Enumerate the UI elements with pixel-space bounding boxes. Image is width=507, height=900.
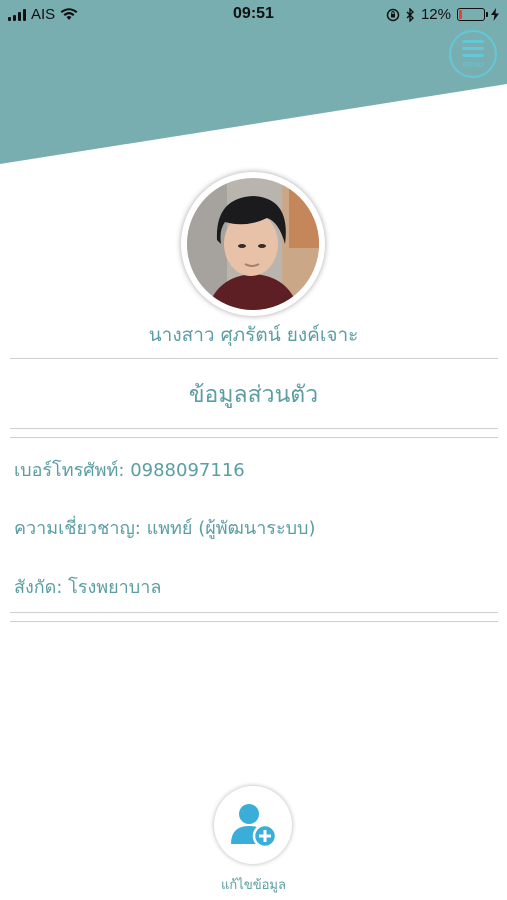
info-phone: เบอร์โทรศัพท์: 0988097116 <box>14 460 245 481</box>
status-right: 12% <box>386 6 499 23</box>
status-bar: AIS 09:51 12% <box>0 0 507 30</box>
avatar-image <box>187 178 319 310</box>
avatar-photo <box>187 178 319 310</box>
profile-name: นางสาว ศุภรัตน์ ยงค์เจาะ <box>148 324 359 346</box>
profile-avatar <box>181 172 325 316</box>
edit-profile-button[interactable] <box>214 786 292 864</box>
divider <box>10 621 498 622</box>
hamburger-icon-bar <box>462 53 484 57</box>
menu-button[interactable]: MENU <box>449 30 497 78</box>
section-title: ข้อมูลส่วนตัว <box>188 382 319 408</box>
battery-percent: 12% <box>420 6 451 23</box>
edit-profile-label[interactable]: แก้ไขข้อมูล <box>0 874 507 895</box>
battery-icon <box>457 8 488 21</box>
info-affiliation: สังกัด: โรงพยาบาล <box>14 577 162 598</box>
divider <box>10 612 498 613</box>
menu-label: MENU <box>462 61 484 69</box>
charging-icon <box>491 8 499 21</box>
divider <box>10 428 498 429</box>
divider <box>10 358 498 359</box>
bluetooth-icon <box>406 7 414 22</box>
battery-level <box>459 10 462 19</box>
hamburger-icon <box>462 39 484 43</box>
info-expertise: ความเชี่ยวชาญ: แพทย์ (ผู้พัฒนาระบบ) <box>14 518 316 539</box>
divider <box>10 437 498 438</box>
orientation-lock-icon <box>386 8 400 21</box>
hamburger-icon-bar <box>462 46 484 50</box>
add-user-icon <box>231 804 278 849</box>
